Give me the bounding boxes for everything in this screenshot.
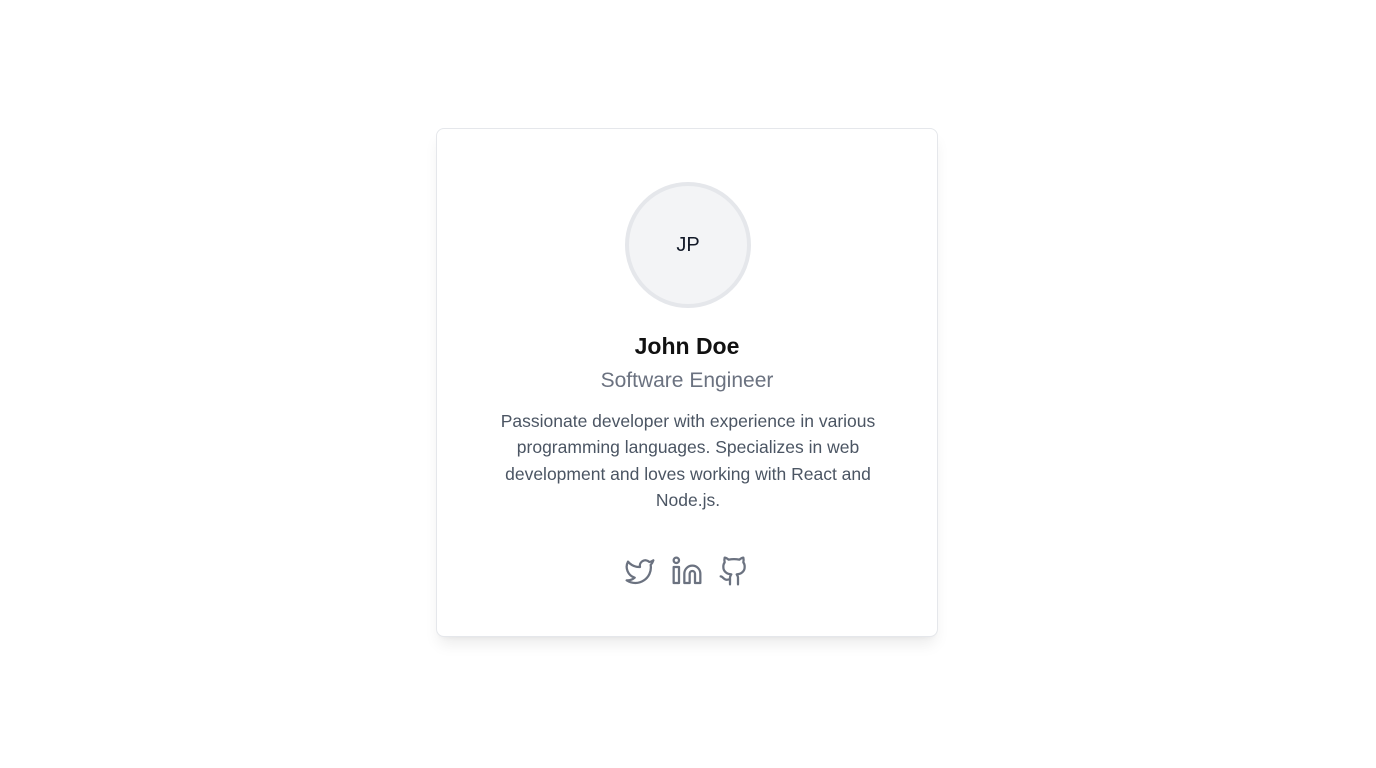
profile-bio: Passionate developer with experience in …: [500, 411, 876, 510]
twitter-link[interactable]: [624, 555, 656, 587]
profile-card: JP John Doe Software Engineer Passionate…: [436, 128, 938, 637]
github-link[interactable]: [718, 555, 750, 587]
profile-title: Software Engineer: [600, 369, 774, 392]
avatar: JP: [625, 182, 751, 308]
social-links: [437, 555, 937, 587]
twitter-icon: [625, 559, 655, 585]
github-icon: [719, 556, 746, 586]
profile-name: John Doe: [634, 333, 740, 359]
linkedin-link[interactable]: [671, 555, 703, 587]
avatar-initials: JP: [676, 233, 700, 256]
linkedin-icon: [672, 556, 702, 585]
